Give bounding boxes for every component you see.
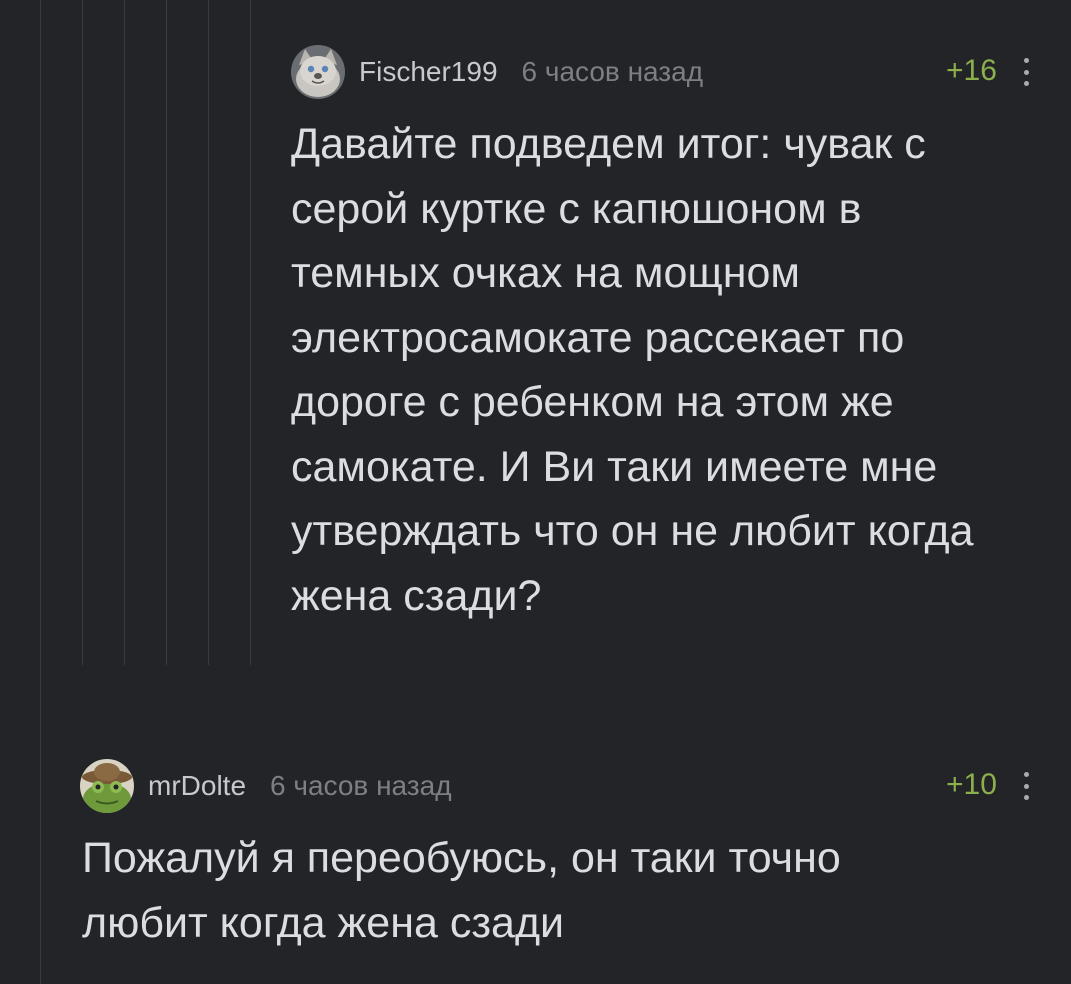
kebab-menu-icon[interactable] (1016, 54, 1036, 90)
comment-text-line: самокате. И Ви таки имеете мне (291, 442, 938, 491)
comment-text: Пожалуй я переобуюсь, он таки точно люби… (82, 826, 1062, 955)
comment-header: mrDolte 6 часов назад (80, 758, 452, 814)
comment-text-line: серой куртке с капюшоном в (291, 184, 862, 233)
comment: Fischer199 6 часов назад +16 Давайте под… (0, 0, 1071, 640)
comment-text-line: Пожалуй я переобуюсь, он таки точно (82, 834, 841, 882)
comment-time: 6 часов назад (270, 770, 452, 801)
comment-text-line: утверждать что он не любит когда (291, 507, 974, 555)
comment-rating: +10 (946, 768, 997, 801)
kebab-menu-icon[interactable] (1016, 768, 1036, 804)
comment: mrDolte 6 часов назад +10 Пожалуй я пере… (0, 740, 1071, 984)
comment-text-line: темных очках на мощном (291, 249, 800, 297)
comment-text-line: дороге с ребенком на этом же (291, 378, 894, 426)
comment-text: Давайте подведем итог: чувак с серой кур… (291, 112, 1061, 628)
frog-cowboy-avatar-icon[interactable] (80, 759, 134, 813)
comment-text-line: жена сзади? (291, 571, 542, 620)
cat-avatar-icon[interactable] (291, 45, 345, 99)
comment-author[interactable]: Fischer199 (359, 56, 498, 88)
comment-text-line: любит когда жена сзади (82, 898, 565, 947)
comment-rating: +16 (946, 54, 997, 87)
comments-thread: Fischer199 6 часов назад +16 Давайте под… (0, 0, 1071, 984)
comment-text-line: Давайте подведем итог: чувак с (291, 120, 926, 168)
comment-time: 6 часов назад (521, 56, 704, 87)
comment-header: Fischer199 6 часов назад (291, 44, 703, 100)
comment-text-line: электросамокате рассекает по (291, 313, 905, 362)
comment-author[interactable]: mrDolte (148, 770, 246, 802)
